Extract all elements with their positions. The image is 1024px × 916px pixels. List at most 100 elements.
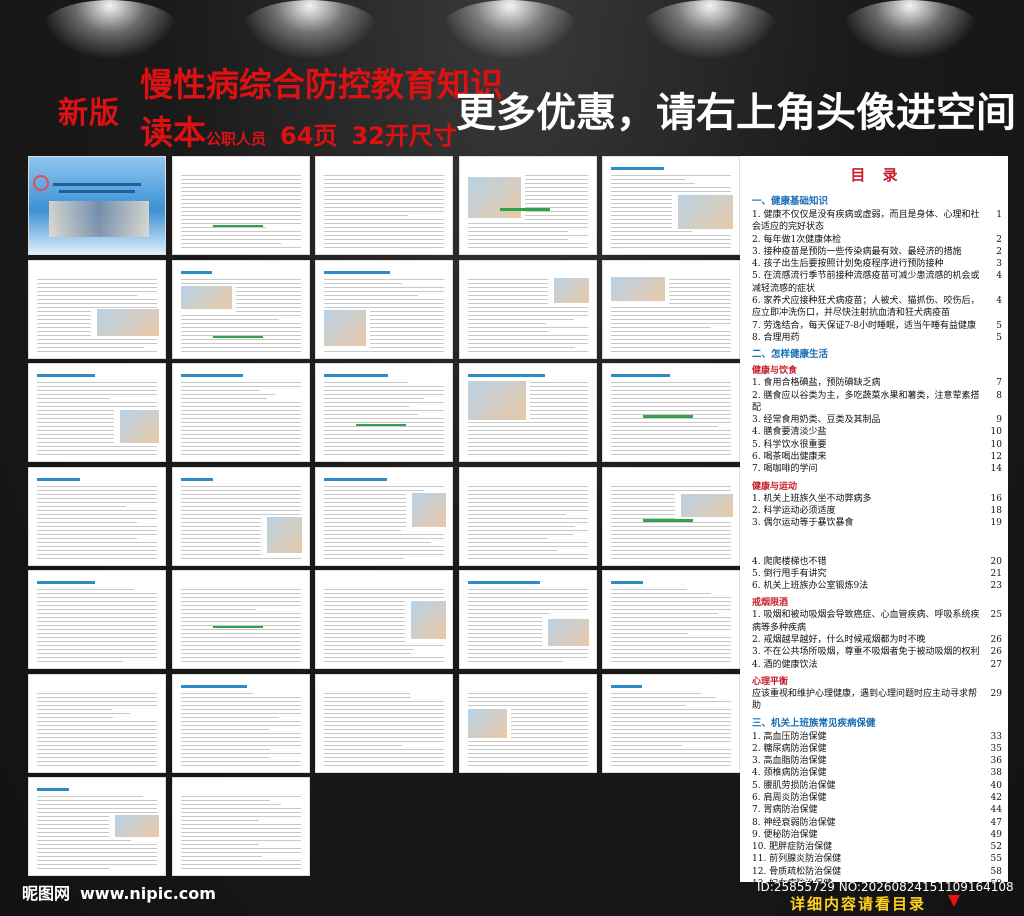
thumbnail-text-line: [324, 760, 444, 762]
thumbnail-text-line: [37, 294, 138, 296]
thumbnail-text-line: [180, 553, 262, 555]
thumbnail-text-line: [324, 235, 444, 236]
thumbnail-text-line: [37, 864, 157, 865]
cover-decoration: [53, 183, 141, 186]
book-title: 慢性病综合防控教育知识: [140, 65, 503, 104]
toc-entry-text: 4. 爬爬楼梯也不错: [752, 556, 827, 567]
thumbnail-text-line: [180, 692, 254, 694]
thumbnail-heading-bar: [611, 684, 643, 688]
toc-entry-text: 6. 肩周炎防治保健: [752, 792, 827, 803]
thumbnail-text-line: [37, 434, 115, 435]
thumbnail-text-line: [611, 641, 731, 642]
thumbnail-text-line: [37, 732, 157, 734]
toc-entry-text: 7. 胃病防治保健: [752, 805, 818, 816]
page-thumbnail: [458, 466, 597, 566]
thumbnail-text-line: [180, 227, 266, 228]
toc-entry: 2. 糖尿病防治保健 35: [752, 743, 1002, 755]
page-thumbnail: [315, 156, 453, 255]
thumbnail-heading-bar: [611, 581, 643, 584]
thumbnail-text-line: [467, 334, 588, 336]
thumbnail-text-line: [324, 414, 419, 415]
thumbnail-text-line: [324, 394, 444, 395]
thumbnail-text-line: [180, 720, 301, 722]
thumbnail-text-line: [611, 525, 731, 527]
thumbnail-text-line: [37, 868, 109, 869]
toc-entry-page: 3: [996, 259, 1002, 270]
thumbnail-text-line: [37, 633, 157, 634]
thumbnail-text-line: [37, 820, 109, 821]
thumbnail-text-line: [37, 342, 157, 344]
toc-section-heading: 二、怎样健康生活: [752, 349, 829, 361]
thumbnail-text-line: [611, 724, 731, 726]
thumbnail-text-line: [324, 493, 406, 495]
thumbnail-text-line: [180, 489, 301, 491]
toc-entry: 1. 机关上班族久坐不动弊病多 16: [752, 493, 1002, 505]
cover-thumbnail: [28, 156, 166, 255]
thumbnail-text-line: [180, 533, 262, 535]
toc-entry-text: 6. 家养犬应接种狂犬病疫苗；人被犬、猫抓伤、咬伤后，应立即冲洗伤口，并尽快注射…: [752, 296, 980, 319]
thumbnail-text-line: [180, 828, 301, 829]
thumbnail-text-line: [324, 625, 405, 626]
thumbnail-text-line: [180, 816, 301, 817]
thumbnail-text-line: [180, 394, 275, 395]
thumbnail-text-line: [180, 708, 301, 710]
thumbnail-text-line: [37, 601, 157, 602]
thumbnail-text-line: [611, 195, 673, 196]
thumbnail-text-line: [180, 179, 301, 180]
thumbnail-text-line: [37, 728, 157, 730]
thumbnail-text-line: [180, 342, 301, 344]
toc-entry: 2. 科学运动必须适度 18: [752, 505, 1002, 517]
toc-entry-text: 11. 前列腺炎防治保健: [752, 854, 842, 865]
page-thumbnail: [458, 570, 597, 669]
page-thumbnail: [171, 466, 310, 566]
toc-list: 一、健康基础知识 1. 健康不仅仅是没有疾病或虚弱，而且是身体、心理和社会适应的完…: [752, 193, 1002, 890]
thumbnail-text-line: [37, 856, 157, 857]
thumbnail-text-line: [37, 625, 157, 626]
thumbnail-text-line: [611, 219, 673, 220]
toc-entry-page: 29: [990, 688, 1002, 699]
thumbnail-text-line: [37, 740, 157, 742]
thumbnail-text-line: [180, 609, 256, 610]
thumbnail-text-line: [611, 175, 731, 176]
thumbnail-text-line: [324, 302, 444, 304]
thumbnail-text-line: [467, 549, 557, 551]
site-logo: 昵图网 www.nipic.com: [22, 880, 216, 904]
thumbnail-text-line: [467, 629, 542, 630]
page-thumbnail: [315, 363, 453, 462]
thumbnail-text-line: [324, 199, 444, 200]
thumbnail-text-line: [511, 708, 588, 710]
thumbnail-text-line: [180, 756, 270, 758]
thumbnail-text-line: [324, 446, 444, 447]
thumbnail-text-line: [611, 310, 731, 312]
thumbnail-text-line: [324, 454, 444, 455]
thumbnail-text-line: [324, 219, 444, 220]
toc-entry-text: 2. 科学运动必须适度: [752, 505, 836, 516]
toc-entry-page: 47: [990, 817, 1002, 828]
thumbnail-text-line: [180, 406, 301, 407]
thumbnail-text-line: [37, 501, 157, 503]
book-subtitle: 读本公职人员 64页 32开尺寸: [140, 106, 457, 154]
toc-entry-text: 2. 每年做1次健康体检: [752, 234, 842, 245]
thumbnail-text-line: [37, 493, 157, 495]
thumbnail-text-line: [180, 497, 301, 499]
thumbnail-text-line: [525, 219, 588, 220]
thumbnail-text-line: [525, 179, 588, 180]
thumbnail-text-line: [467, 609, 588, 610]
thumbnail-text-line: [324, 633, 405, 634]
thumbnail-text-line: [611, 382, 731, 383]
toc-heading: 目 录: [850, 166, 904, 184]
thumbnail-text-line: [37, 692, 157, 694]
thumbnail-text-line: [180, 282, 301, 284]
toc-entry: 2. 每年做1次健康体检 2: [752, 234, 1002, 246]
thumbnail-text-line: [180, 601, 301, 602]
thumbnail-text-line: [324, 728, 444, 730]
thumbnail-text-line: [467, 485, 588, 487]
thumbnail-text-line: [37, 796, 143, 797]
thumbnail-text-line: [324, 430, 444, 431]
thumbnail-image: [467, 380, 526, 420]
toc-entry: 4. 孩子出生后要按照计划免疫程序进行预防接种 3: [752, 258, 1002, 270]
thumbnail-text-line: [37, 812, 157, 813]
thumbnail-text-line: [37, 450, 157, 451]
thumbnail-text-line: [324, 649, 414, 650]
thumbnail-text-line: [180, 744, 301, 746]
